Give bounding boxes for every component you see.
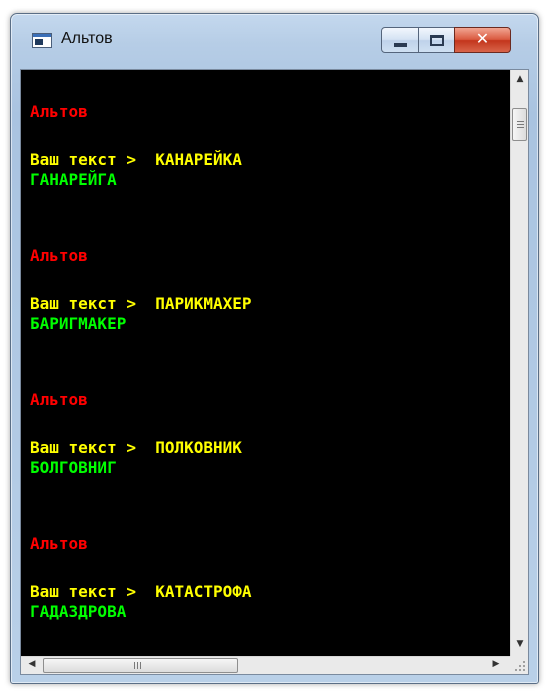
console-window-icon[interactable]: [32, 33, 52, 48]
scroll-down-icon[interactable]: ▼: [511, 639, 529, 649]
program-name-line: Альтов: [30, 534, 88, 553]
console-window: Альтов ✕ Альтов Ваш текст > КАНАРЕЙКА ГА…: [10, 13, 539, 684]
prompt-label: Ваш текст >: [30, 294, 136, 313]
console-output[interactable]: Альтов Ваш текст > КАНАРЕЙКА ГАНАРЕЙГА А…: [21, 70, 510, 658]
prompt-line: Ваш текст > КАНАРЕЙКА: [30, 150, 242, 169]
result-line: БАРИГМАКЕР: [30, 314, 127, 333]
scroll-right-icon[interactable]: ▶: [487, 659, 505, 669]
resize-grip[interactable]: [510, 656, 528, 674]
prompt-label: Ваш текст >: [30, 150, 136, 169]
user-input: КАНАРЕЙКА: [155, 150, 242, 169]
user-input: КАТАСТРОФА: [155, 582, 252, 601]
minimize-button[interactable]: [381, 27, 419, 53]
vertical-scroll-thumb[interactable]: [512, 108, 527, 141]
prompt-label: Ваш текст >: [30, 438, 136, 457]
title-bar[interactable]: Альтов ✕: [11, 14, 538, 68]
prompt-line: Ваш текст > ПАРИКМАХЕР: [30, 294, 252, 313]
result-line: ГАДАЗДРОВА: [30, 602, 127, 621]
user-input: ПОЛКОВНИК: [155, 438, 242, 457]
console-area[interactable]: Альтов Ваш текст > КАНАРЕЙКА ГАНАРЕЙГА А…: [20, 69, 529, 675]
close-icon: ✕: [475, 29, 490, 48]
horizontal-scroll-thumb[interactable]: [43, 658, 238, 673]
prompt-label: Ваш текст >: [30, 582, 136, 601]
minimize-icon: [394, 43, 407, 47]
maximize-icon: [430, 35, 444, 46]
close-button[interactable]: ✕: [454, 27, 511, 53]
result-line: БОЛГОВНИГ: [30, 458, 117, 477]
user-input: ПАРИКМАХЕР: [155, 294, 252, 313]
scroll-up-icon[interactable]: ▲: [511, 74, 529, 84]
result-line: ГАНАРЕЙГА: [30, 170, 117, 189]
program-name-line: Альтов: [30, 390, 88, 409]
horizontal-scrollbar[interactable]: ◀ ▶: [21, 656, 510, 674]
program-name-line: Альтов: [30, 246, 88, 265]
window-title: Альтов: [61, 30, 113, 47]
prompt-line: Ваш текст > ПОЛКОВНИК: [30, 438, 242, 457]
scroll-left-icon[interactable]: ◀: [23, 659, 41, 669]
maximize-button[interactable]: [418, 27, 455, 53]
prompt-line: Ваш текст > КАТАСТРОФА: [30, 582, 252, 601]
program-name-line: Альтов: [30, 102, 88, 121]
vertical-scrollbar[interactable]: ▲ ▼: [510, 70, 528, 658]
